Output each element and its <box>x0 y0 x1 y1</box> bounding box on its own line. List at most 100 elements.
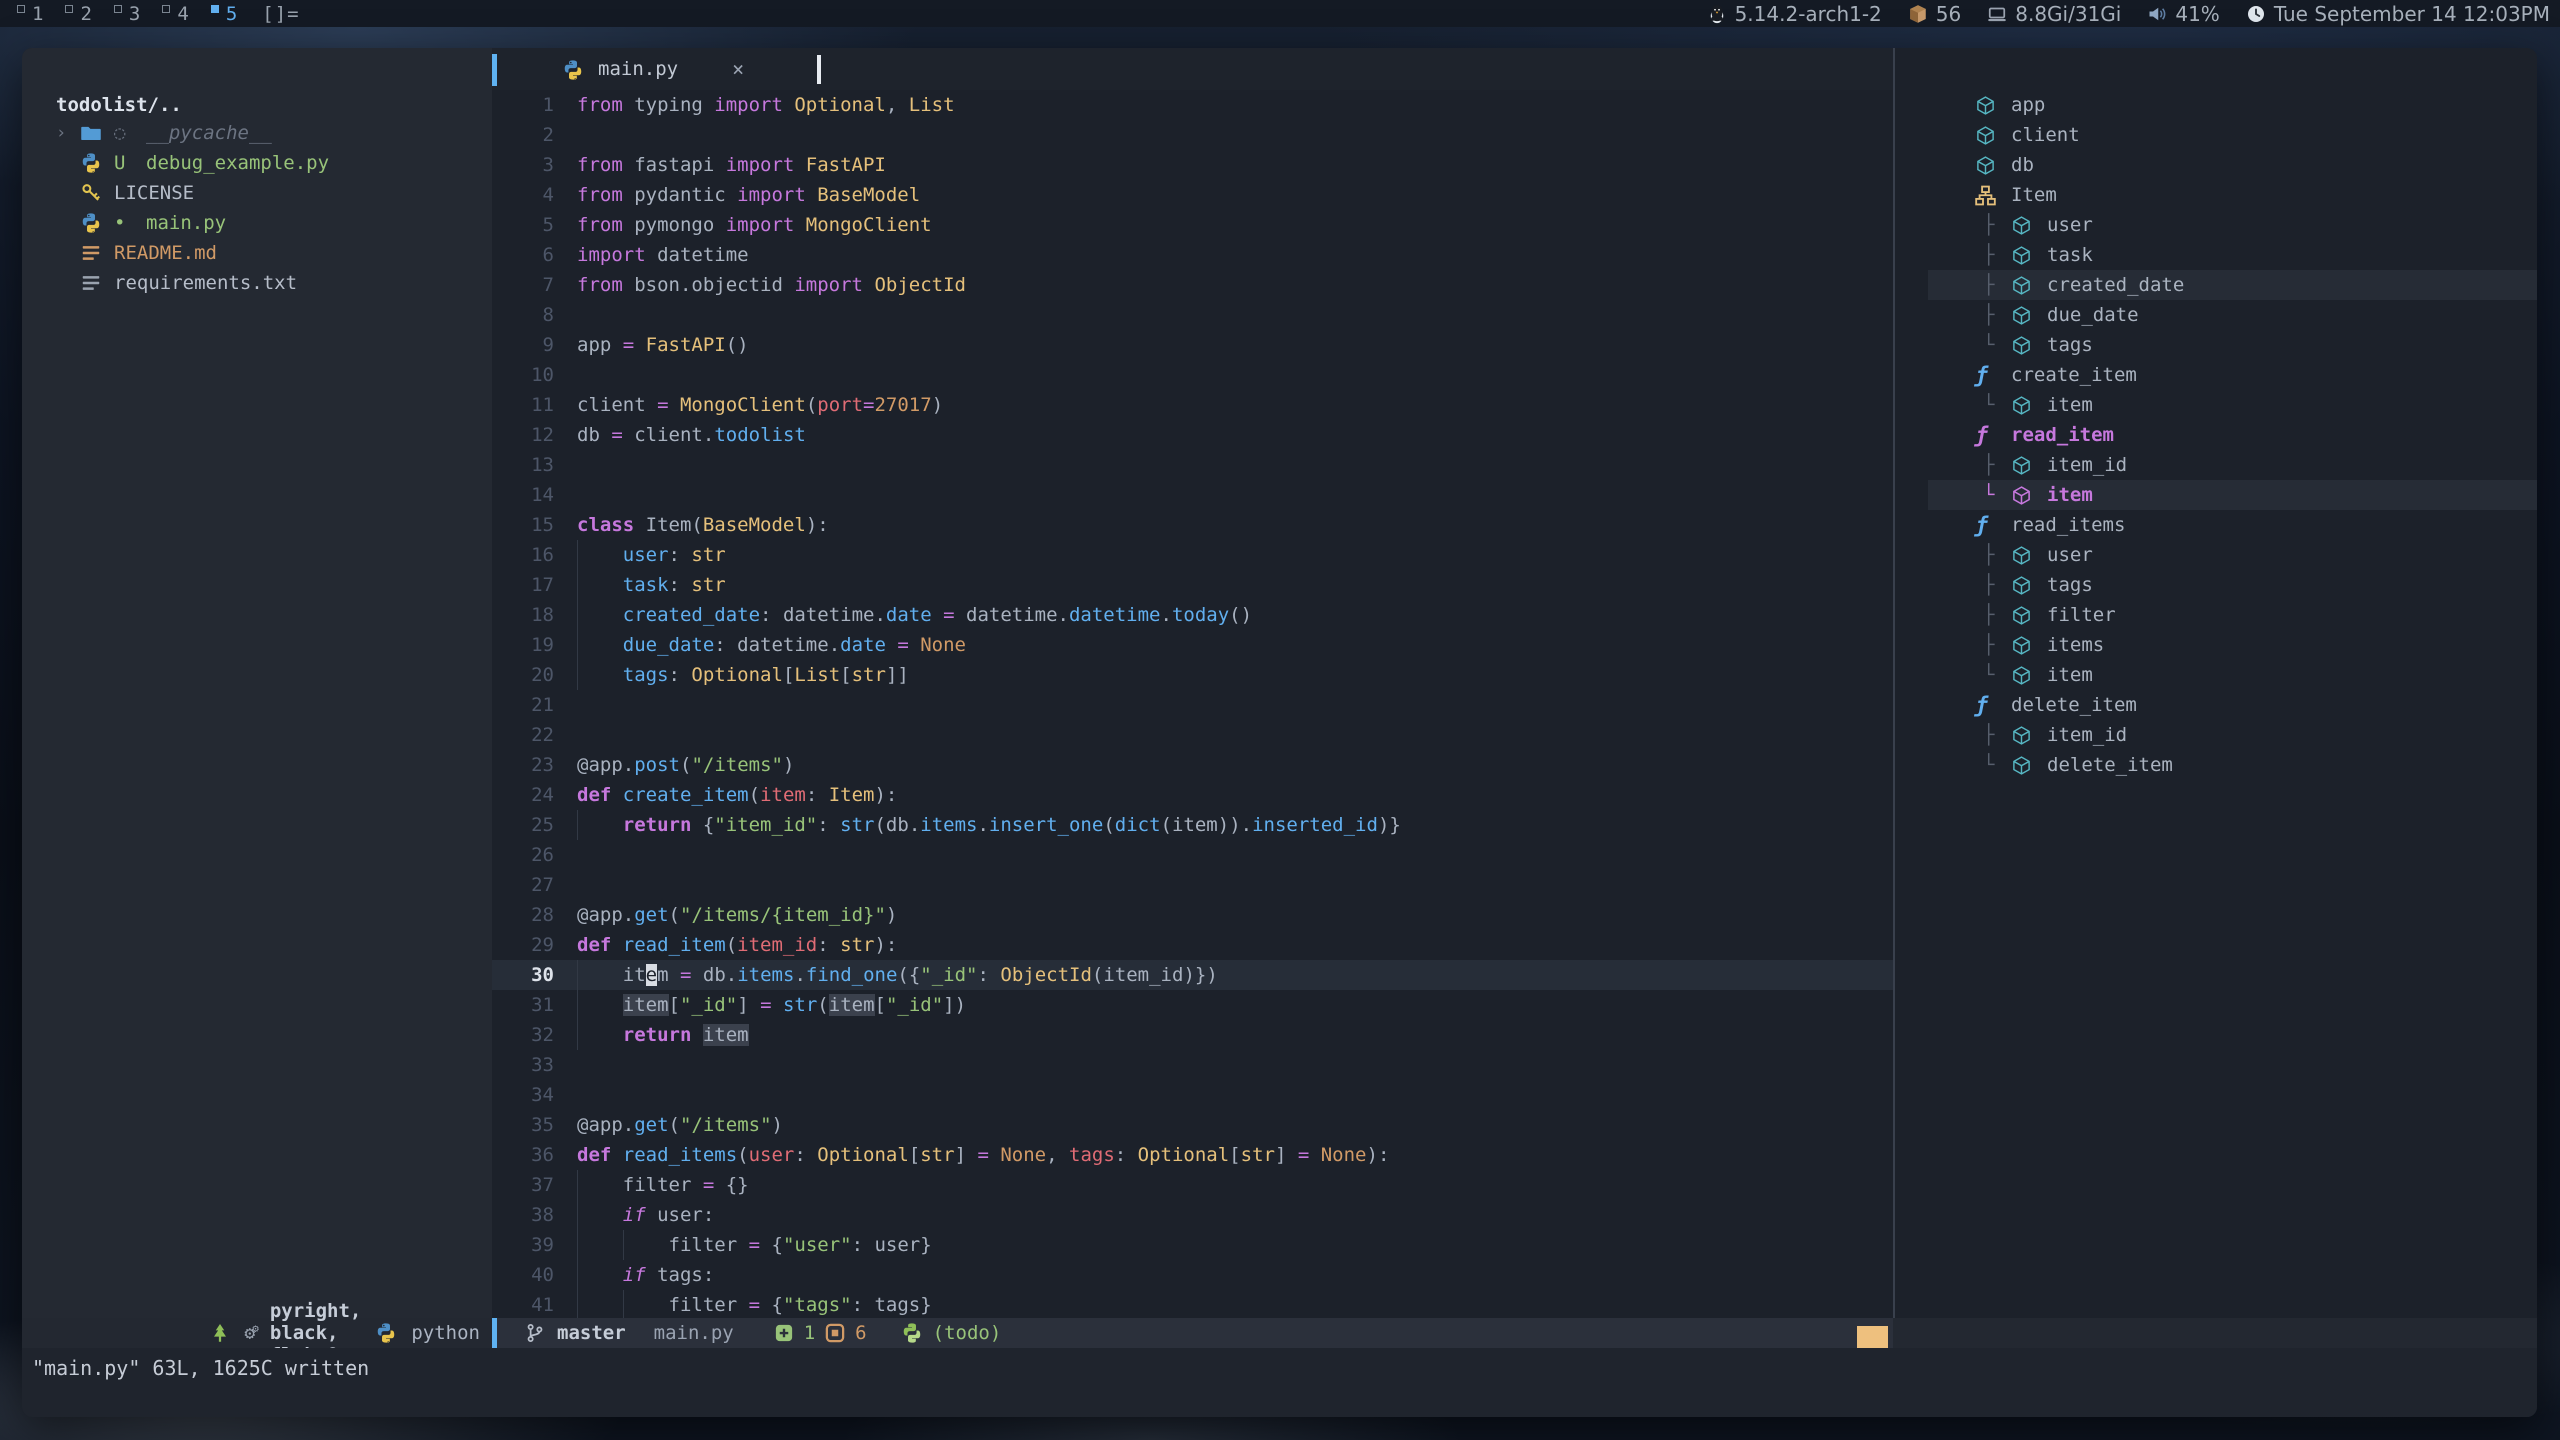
outline-symbol-delete_item[interactable]: └delete_item <box>1895 750 2537 780</box>
indent-guide <box>577 660 578 690</box>
code-line-35[interactable]: 35@app.get("/items") <box>492 1110 1893 1140</box>
code-line-25[interactable]: 25 return {"item_id": str(db.items.inser… <box>492 810 1893 840</box>
file-tree-item-requirements-txt[interactable]: requirements.txt <box>22 268 492 298</box>
outline-symbol-filter[interactable]: ├filter <box>1895 600 2537 630</box>
outline-symbol-delete_item[interactable]: ƒdelete_item <box>1895 690 2537 720</box>
outline-symbol-Item[interactable]: Item <box>1895 180 2537 210</box>
outline-symbol-create_item[interactable]: ƒcreate_item <box>1895 360 2537 390</box>
code-line-40[interactable]: 40 if tags: <box>492 1260 1893 1290</box>
workspace-4[interactable]: 4 <box>151 2 199 25</box>
code-line-7[interactable]: 7from bson.objectid import ObjectId <box>492 270 1893 300</box>
workspace-indicator <box>211 5 219 13</box>
symbol-kind-icon <box>1975 125 1996 146</box>
code-line-29[interactable]: 29def read_item(item_id: str): <box>492 930 1893 960</box>
outline-symbol-task[interactable]: ├task <box>1895 240 2537 270</box>
file-tree-root[interactable]: todolist/.. <box>56 90 182 120</box>
code-line-13[interactable]: 13 <box>492 450 1893 480</box>
workspace-2[interactable]: 2 <box>54 2 102 25</box>
code-line-34[interactable]: 34 <box>492 1080 1893 1110</box>
code-line-8[interactable]: 8 <box>492 300 1893 330</box>
code-line-41[interactable]: 41 filter = {"tags": tags} <box>492 1290 1893 1320</box>
code-line-3[interactable]: 3from fastapi import FastAPI <box>492 150 1893 180</box>
indent-guide <box>577 600 578 630</box>
tab-main-py[interactable]: main.py × <box>562 48 744 90</box>
code-line-5[interactable]: 5from pymongo import MongoClient <box>492 210 1893 240</box>
workspace-1[interactable]: 1 <box>6 2 54 25</box>
code-line-21[interactable]: 21 <box>492 690 1893 720</box>
python-icon <box>80 212 102 234</box>
code-line-18[interactable]: 18 created_date: datetime.date = datetim… <box>492 600 1893 630</box>
code-line-15[interactable]: 15class Item(BaseModel): <box>492 510 1893 540</box>
outline-symbol-created_date[interactable]: ├created_date <box>1895 270 2537 300</box>
code-line-6[interactable]: 6import datetime <box>492 240 1893 270</box>
code-line-16[interactable]: 16 user: str <box>492 540 1893 570</box>
code-line-14[interactable]: 14 <box>492 480 1893 510</box>
code-line-17[interactable]: 17 task: str <box>492 570 1893 600</box>
code-text: def read_item(item_id: str): <box>554 930 1893 960</box>
code-line-37[interactable]: 37 filter = {} <box>492 1170 1893 1200</box>
line-number: 7 <box>492 270 554 300</box>
outline-symbol-client[interactable]: client <box>1895 120 2537 150</box>
code-line-30[interactable]: 30 item = db.items.find_one({"_id": Obje… <box>492 960 1893 990</box>
code-line-22[interactable]: 22 <box>492 720 1893 750</box>
outline-symbol-items[interactable]: ├items <box>1895 630 2537 660</box>
workspace-5[interactable]: 5 <box>200 2 248 25</box>
file-tree-item-license[interactable]: LICENSE <box>22 178 492 208</box>
code-line-28[interactable]: 28@app.get("/items/{item_id}") <box>492 900 1893 930</box>
workspace-indicator <box>17 5 25 13</box>
code-line-2[interactable]: 2 <box>492 120 1893 150</box>
code-line-27[interactable]: 27 <box>492 870 1893 900</box>
outline-symbol-read_item[interactable]: ƒread_item <box>1895 420 2537 450</box>
outline-symbol-item[interactable]: └item <box>1895 660 2537 690</box>
outline-symbol-app[interactable]: app <box>1895 90 2537 120</box>
code-line-11[interactable]: 11client = MongoClient(port=27017) <box>492 390 1893 420</box>
code-text <box>554 450 1893 480</box>
code-line-33[interactable]: 33 <box>492 1050 1893 1080</box>
code-line-1[interactable]: 1from typing import Optional, List <box>492 90 1893 120</box>
file-tree-item-readme-md[interactable]: README.md <box>22 238 492 268</box>
code-line-38[interactable]: 38 if user: <box>492 1200 1893 1230</box>
outline-symbol-user[interactable]: ├user <box>1895 540 2537 570</box>
line-number: 1 <box>492 90 554 120</box>
code-line-4[interactable]: 4from pydantic import BaseModel <box>492 180 1893 210</box>
code-line-24[interactable]: 24def create_item(item: Item): <box>492 780 1893 810</box>
file-tree-item--pycache-[interactable]: ›◌__pycache__ <box>22 118 492 148</box>
outline-symbol-item_id[interactable]: ├item_id <box>1895 450 2537 480</box>
tab-close-icon[interactable]: × <box>732 57 744 81</box>
code-line-31[interactable]: 31 item["_id"] = str(item["_id"]) <box>492 990 1893 1020</box>
line-number: 41 <box>492 1290 554 1320</box>
file-tree-item-main-py[interactable]: •main.py <box>22 208 492 238</box>
outline-symbol-db[interactable]: db <box>1895 150 2537 180</box>
code-line-23[interactable]: 23@app.post("/items") <box>492 750 1893 780</box>
code-line-20[interactable]: 20 tags: Optional[List[str]] <box>492 660 1893 690</box>
outline-symbol-tags[interactable]: └tags <box>1895 330 2537 360</box>
workspace-label: 2 <box>80 3 91 25</box>
outline-symbol-item[interactable]: └item <box>1895 390 2537 420</box>
code-line-36[interactable]: 36def read_items(user: Optional[str] = N… <box>492 1140 1893 1170</box>
line-number: 40 <box>492 1260 554 1290</box>
file-name: requirements.txt <box>114 268 297 298</box>
outline-symbol-read_items[interactable]: ƒread_items <box>1895 510 2537 540</box>
code-line-12[interactable]: 12db = client.todolist <box>492 420 1893 450</box>
code-line-26[interactable]: 26 <box>492 840 1893 870</box>
code-line-19[interactable]: 19 due_date: datetime.date = None <box>492 630 1893 660</box>
workspace-label: 5 <box>226 3 237 25</box>
code-line-9[interactable]: 9app = FastAPI() <box>492 330 1893 360</box>
status-module-text: 5.14.2-arch1-2 <box>1735 2 1882 26</box>
markdown-icon <box>80 242 102 264</box>
code-text: class Item(BaseModel): <box>554 510 1893 540</box>
outline-symbol-tags[interactable]: ├tags <box>1895 570 2537 600</box>
code-line-32[interactable]: 32 return item <box>492 1020 1893 1050</box>
symbol-kind-icon <box>2011 395 2032 416</box>
workspace-3[interactable]: 3 <box>103 2 151 25</box>
code-line-39[interactable]: 39 filter = {"user": user} <box>492 1230 1893 1260</box>
symbol-label: db <box>2011 150 2034 180</box>
code-line-10[interactable]: 10 <box>492 360 1893 390</box>
outline-symbol-due_date[interactable]: ├due_date <box>1895 300 2537 330</box>
symbol-kind-icon <box>2011 455 2032 476</box>
outline-symbol-item[interactable]: └item <box>1895 480 2537 510</box>
file-tree-item-debug-example-py[interactable]: Udebug_example.py <box>22 148 492 178</box>
outline-symbol-item_id[interactable]: ├item_id <box>1895 720 2537 750</box>
code-text: db = client.todolist <box>554 420 1893 450</box>
outline-symbol-user[interactable]: ├user <box>1895 210 2537 240</box>
